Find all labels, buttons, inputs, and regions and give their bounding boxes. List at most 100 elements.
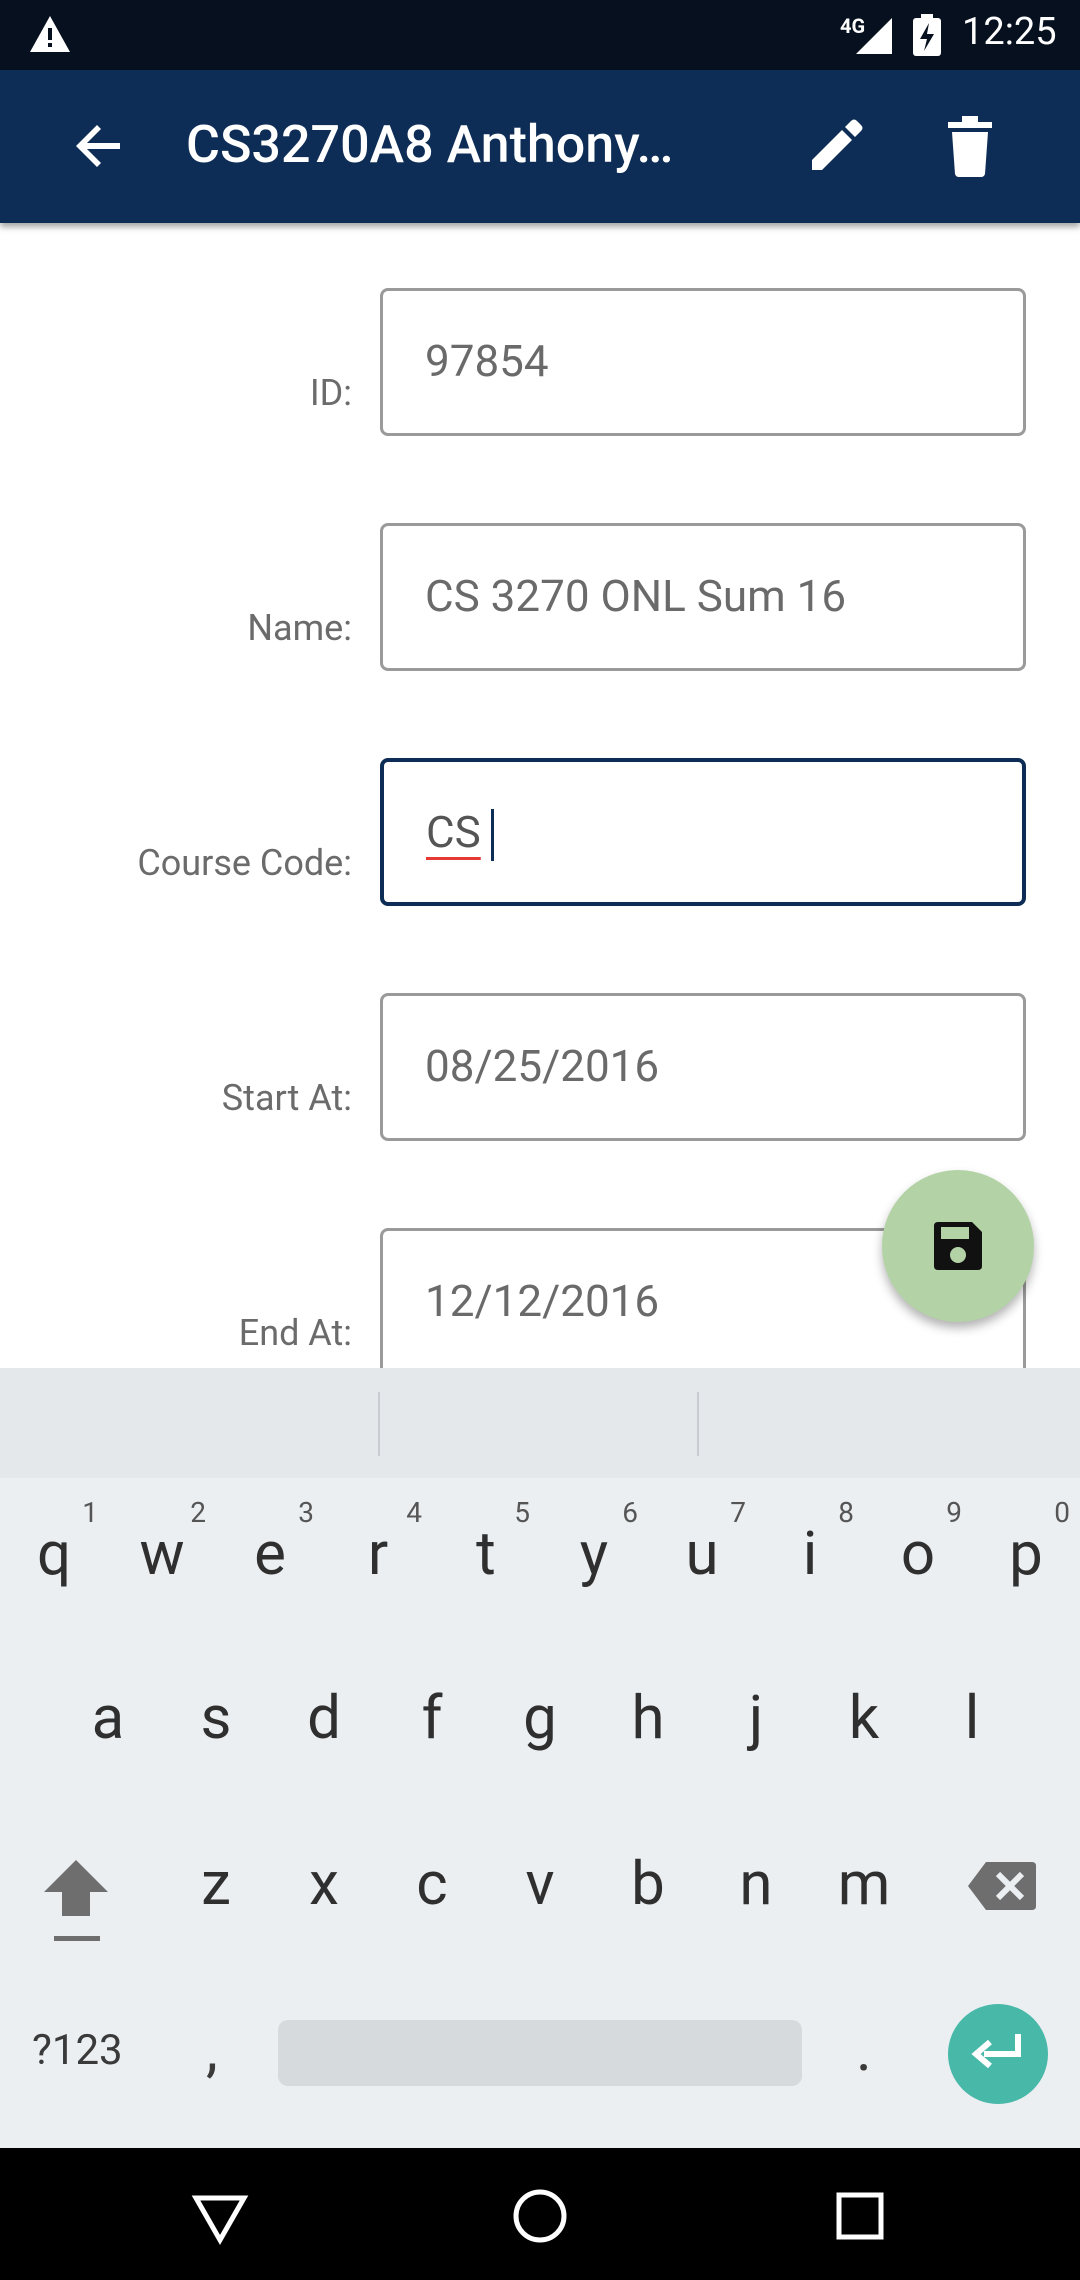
key-label: j (748, 1682, 764, 1753)
course-code-label: Course Code: (137, 842, 352, 884)
navigation-bar (0, 2148, 1080, 2280)
start-at-field[interactable]: 08/25/2016 (380, 993, 1026, 1141)
form-row-name: Name: CS 3270 ONL Sum 16 (0, 523, 1080, 675)
key-q[interactable]: 1q (4, 1478, 104, 1618)
suggestion-divider (378, 1392, 380, 1456)
id-label: ID: (309, 372, 352, 414)
key-label: z (201, 1848, 231, 1919)
shift-icon (44, 1860, 108, 1941)
suggestion-strip (0, 1368, 1080, 1478)
key-label: k (848, 1682, 880, 1753)
id-field[interactable]: 97854 (380, 288, 1026, 436)
key-label: p (1009, 1518, 1043, 1589)
key-d[interactable]: d (274, 1642, 374, 1782)
comma-key[interactable]: , (206, 2014, 218, 2085)
status-bar: 4G 12:25 (0, 0, 1080, 70)
end-at-value: 12/12/2016 (425, 1275, 660, 1327)
key-n[interactable]: n (706, 1808, 806, 1948)
key-label: a (91, 1682, 125, 1753)
key-label: t (476, 1518, 496, 1589)
key-label: f (421, 1682, 443, 1753)
backspace-icon (968, 1862, 1036, 1910)
course-code-value: CS (426, 806, 481, 858)
key-label: e (254, 1518, 286, 1589)
warning-icon (30, 16, 70, 52)
enter-key[interactable] (948, 2004, 1048, 2104)
key-h[interactable]: h (598, 1642, 698, 1782)
course-code-value-wrap: CS (426, 806, 494, 862)
key-label: h (631, 1682, 665, 1753)
key-x[interactable]: x (274, 1808, 374, 1948)
keyboard: 1q 2w 3e 4r 5t 6y 7u 8i 9o 0p a s d f g … (0, 1478, 1080, 2148)
key-f[interactable]: f (382, 1642, 482, 1782)
arrow-back-icon[interactable] (72, 118, 128, 174)
home-circle-icon[interactable] (510, 2186, 570, 2246)
key-label: b (631, 1848, 665, 1919)
key-w[interactable]: 2w (112, 1478, 212, 1618)
form-row-start-at: Start At: 08/25/2016 (0, 993, 1080, 1145)
save-icon (934, 1222, 982, 1270)
key-label: q (36, 1518, 72, 1589)
space-key[interactable] (278, 2020, 802, 2086)
back-triangle-icon[interactable] (190, 2186, 250, 2246)
key-o[interactable]: 9o (868, 1478, 968, 1618)
page-title: CS3270A8 Anthony… (186, 114, 674, 175)
key-i[interactable]: 8i (760, 1478, 860, 1618)
id-value: 97854 (425, 335, 549, 387)
name-label: Name: (247, 607, 352, 649)
key-label: d (307, 1682, 341, 1753)
name-value: CS 3270 ONL Sum 16 (425, 570, 847, 622)
key-label: r (367, 1518, 389, 1589)
key-p[interactable]: 0p (976, 1478, 1076, 1618)
recents-square-icon[interactable] (830, 2186, 890, 2246)
start-at-label: Start At: (221, 1077, 352, 1119)
start-at-value: 08/25/2016 (425, 1040, 660, 1092)
key-label: v (525, 1848, 555, 1919)
key-a[interactable]: a (58, 1642, 158, 1782)
symbols-key[interactable]: ?123 (32, 2026, 123, 2075)
key-u[interactable]: 7u (652, 1478, 752, 1618)
key-label: w (139, 1518, 185, 1589)
text-caret (490, 809, 494, 862)
key-g[interactable]: g (490, 1642, 590, 1782)
key-label: x (309, 1848, 339, 1919)
course-code-field[interactable]: CS (380, 758, 1026, 906)
key-r[interactable]: 4r (328, 1478, 428, 1618)
name-field[interactable]: CS 3270 ONL Sum 16 (380, 523, 1026, 671)
key-label: c (416, 1848, 448, 1919)
trash-icon[interactable] (940, 114, 1000, 178)
key-label: m (837, 1848, 891, 1919)
pencil-icon[interactable] (806, 116, 866, 176)
key-label: l (964, 1682, 980, 1753)
key-label: y (579, 1518, 609, 1589)
enter-icon (971, 2034, 1021, 2069)
key-y[interactable]: 6y (544, 1478, 644, 1618)
battery-charging-icon (913, 14, 941, 56)
key-label: s (200, 1682, 232, 1753)
key-l[interactable]: l (922, 1642, 1022, 1782)
key-label: n (739, 1848, 773, 1919)
suggestion-divider (697, 1392, 699, 1456)
key-k[interactable]: k (814, 1642, 914, 1782)
app-bar: CS3270A8 Anthony… (0, 70, 1080, 223)
end-at-label: End At: (238, 1312, 352, 1354)
key-label: i (802, 1518, 818, 1589)
form-row-id: ID: 97854 (0, 288, 1080, 440)
key-c[interactable]: c (382, 1808, 482, 1948)
key-z[interactable]: z (166, 1808, 266, 1948)
backspace-key[interactable] (966, 1860, 1038, 1912)
form-row-course-code: Course Code: CS (0, 758, 1080, 910)
key-j[interactable]: j (706, 1642, 806, 1782)
key-m[interactable]: m (814, 1808, 914, 1948)
signal-icon (856, 18, 892, 54)
key-t[interactable]: 5t (436, 1478, 536, 1618)
key-s[interactable]: s (166, 1642, 266, 1782)
save-button[interactable] (882, 1170, 1034, 1322)
clock: 12:25 (962, 10, 1057, 54)
key-b[interactable]: b (598, 1808, 698, 1948)
key-label: o (900, 1518, 936, 1589)
shift-key[interactable] (38, 1854, 114, 1944)
period-key[interactable]: . (856, 2014, 872, 2085)
key-v[interactable]: v (490, 1808, 590, 1948)
key-e[interactable]: 3e (220, 1478, 320, 1618)
